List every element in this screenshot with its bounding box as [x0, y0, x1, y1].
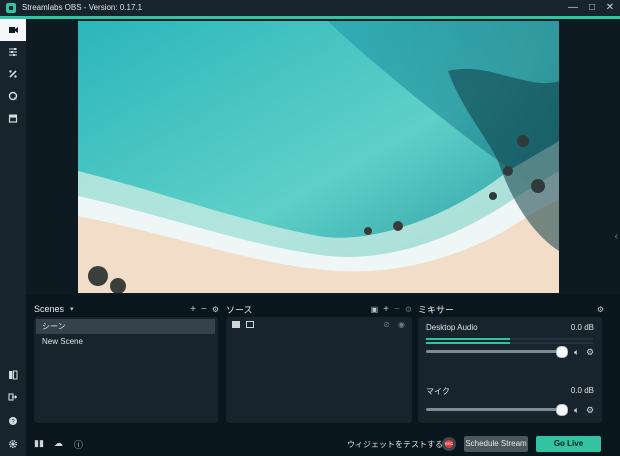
mixer-channel-db: 0.0 dB — [570, 386, 594, 395]
mixer-settings-gear-icon[interactable]: ⚙ — [597, 305, 604, 314]
desktop-audio-gear-icon[interactable]: ⚙ — [586, 347, 594, 358]
mixer-panel: Desktop Audio 0.0 dB 🔈︎ ⚙ マイク 0.0 dB 🔈︎ … — [418, 317, 602, 423]
gear-icon — [8, 439, 18, 449]
add-source-icon[interactable]: + — [383, 304, 389, 315]
stream-preview-image — [78, 21, 559, 293]
image-icon — [232, 321, 240, 328]
mixer-title: ミキサー — [418, 304, 455, 315]
minimize-button[interactable]: — — [563, 0, 583, 16]
rec-button[interactable]: REC — [442, 437, 456, 451]
go-live-button[interactable]: Go Live — [536, 436, 601, 452]
remove-source-icon[interactable]: − — [394, 304, 400, 315]
cloud-icon[interactable]: ☁ — [54, 438, 63, 449]
sources-title: ソース — [226, 304, 253, 315]
streamlabs-logo-icon — [6, 3, 16, 13]
schedule-stream-button[interactable]: Schedule Stream — [464, 436, 528, 452]
sidebar-item-settings[interactable] — [0, 433, 26, 455]
sidebar-item-studio[interactable] — [0, 19, 26, 41]
scenes-header: Scenes ▾ + − ⚙ — [34, 302, 219, 316]
dashboard-icon — [9, 370, 18, 380]
mixer-header: ミキサー ⚙ — [418, 302, 604, 316]
lock-icon[interactable]: ⊘ — [383, 320, 390, 329]
mic-gear-icon[interactable]: ⚙ — [586, 405, 594, 416]
main-area: ‹ Scenes ▾ + − ⚙ シーン New Scene ソース ▣ + −… — [26, 19, 620, 456]
source-settings-gear-icon[interactable]: ⚙ — [405, 305, 412, 314]
scene-settings-gear-icon[interactable]: ⚙ — [212, 305, 219, 314]
audio-meter-fill-desktop-2 — [426, 342, 510, 344]
title-bar: Streamlabs OBS - Version: 0.17.1 — □ ✕ — [0, 0, 620, 19]
scene-item-2[interactable]: New Scene — [36, 334, 215, 349]
test-widgets-label[interactable]: ウィジェットをテストする — [347, 439, 443, 450]
sidebar-item-logout[interactable] — [0, 386, 26, 408]
scenes-dropdown-chevron-icon[interactable]: ▾ — [70, 305, 74, 313]
desktop-audio-speaker-icon[interactable]: 🔈︎ — [574, 347, 579, 358]
mixer-channel-db: 0.0 dB — [570, 323, 594, 332]
preview-area: ‹ — [26, 19, 620, 295]
mixer-channel-label: マイク — [426, 387, 450, 396]
text-icon — [246, 321, 254, 328]
sidebar-item-help[interactable]: ? — [0, 410, 26, 432]
visibility-eye-icon[interactable]: ◉ — [398, 320, 405, 329]
bottom-bar: ▮▮ ☁ ⓘ ウィジェットをテストする REC Schedule Stream … — [26, 430, 620, 456]
sources-header: ソース ▣ + − ⚙ — [226, 302, 412, 316]
maximize-button[interactable]: □ — [582, 0, 602, 16]
logout-icon — [8, 393, 17, 401]
sidebar-item-store[interactable] — [0, 107, 26, 129]
sidebar: ? — [0, 19, 26, 456]
scenes-panel: シーン New Scene — [34, 317, 218, 423]
collapse-panel-arrow-icon[interactable]: ‹ — [615, 231, 618, 242]
info-icon[interactable]: ⓘ — [74, 438, 83, 451]
sidebar-item-themes[interactable] — [0, 63, 26, 85]
mic-volume-slider[interactable] — [426, 404, 568, 416]
audio-meter-desktop-2 — [426, 342, 593, 344]
scenes-title: Scenes — [34, 304, 65, 314]
chat-icon — [8, 91, 18, 101]
help-icon: ? — [9, 417, 17, 426]
sidebar-item-chat[interactable] — [0, 85, 26, 107]
palette-icon — [9, 70, 17, 78]
add-folder-icon[interactable]: ▣ — [371, 305, 379, 314]
store-icon — [8, 114, 18, 123]
mic-volume-knob[interactable] — [556, 404, 568, 416]
sidebar-item-sliders[interactable] — [0, 41, 26, 63]
audio-meter-fill-desktop — [426, 338, 510, 340]
desktop-audio-volume-slider[interactable] — [426, 346, 568, 358]
close-button[interactable]: ✕ — [600, 0, 620, 16]
mixer-channel-label: Desktop Audio — [426, 323, 478, 332]
window-title: Streamlabs OBS - Version: 0.17.1 — [22, 3, 143, 12]
sliders-icon — [9, 48, 17, 56]
performance-bar-chart-icon[interactable]: ▮▮ — [34, 438, 44, 449]
studio-icon — [9, 27, 18, 33]
add-scene-icon[interactable]: + — [190, 304, 196, 315]
rec-label: REC — [444, 441, 454, 446]
sources-panel: ⊘ ◉ — [226, 317, 412, 423]
remove-scene-icon[interactable]: − — [201, 304, 207, 315]
desktop-audio-volume-knob[interactable] — [556, 346, 568, 358]
scene-item-1[interactable]: シーン — [36, 319, 215, 334]
mic-speaker-icon[interactable]: 🔈︎ — [574, 405, 579, 416]
sidebar-item-dashboard[interactable] — [0, 364, 26, 386]
audio-meter-desktop — [426, 338, 593, 340]
